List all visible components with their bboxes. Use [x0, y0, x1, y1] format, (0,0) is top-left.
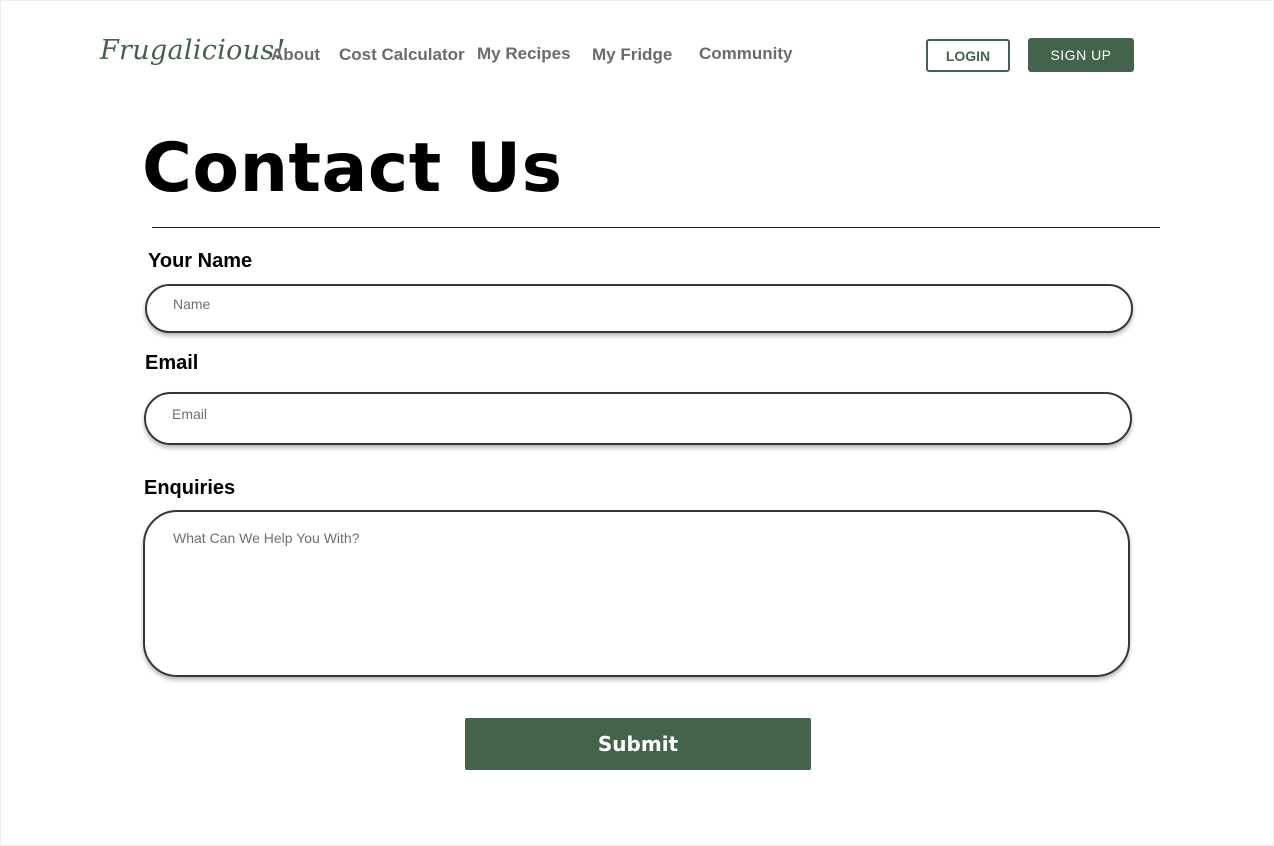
email-label: Email — [145, 352, 199, 374]
login-button[interactable]: LOGIN — [926, 39, 1010, 72]
nav-link-community[interactable]: Community — [699, 44, 793, 64]
enquiries-label: Enquiries — [144, 477, 236, 499]
signup-button[interactable]: SIGN UP — [1028, 38, 1134, 72]
nav-link-about[interactable]: About — [271, 45, 320, 65]
nav-link-my-fridge[interactable]: My Fridge — [592, 45, 672, 65]
email-input[interactable] — [144, 392, 1132, 445]
enquiries-textarea[interactable] — [143, 510, 1130, 677]
title-divider — [152, 227, 1160, 228]
submit-button[interactable]: Submit — [465, 718, 811, 770]
nav-link-cost-calculator[interactable]: Cost Calculator — [339, 45, 465, 65]
contact-page: Frugalicious! About Cost Calculator My R… — [0, 0, 1274, 846]
name-input[interactable] — [145, 284, 1133, 333]
nav-link-my-recipes[interactable]: My Recipes — [477, 44, 571, 64]
page-title: Contact Us — [142, 129, 563, 208]
brand-logo[interactable]: Frugalicious! — [100, 35, 286, 66]
name-label: Your Name — [148, 250, 253, 272]
